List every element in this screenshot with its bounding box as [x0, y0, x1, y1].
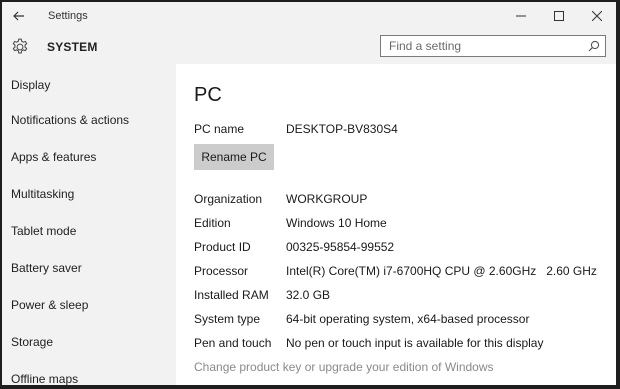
detail-label: Product ID [194, 240, 251, 254]
back-arrow-icon [13, 11, 24, 21]
sidebar-item-power-sleep[interactable]: Power & sleep [2, 287, 176, 324]
main-content: PC PC name DESKTOP-BV830S4 Rename PC Orga… [176, 64, 616, 385]
detail-value: Intel(R) Core(TM) i7-6700HQ CPU @ 2.60GH… [286, 264, 597, 278]
detail-value: Windows 10 Home [286, 216, 387, 230]
sidebar-item-notifications[interactable]: Notifications & actions [2, 102, 176, 139]
detail-row: System type 64-bit operating system, x64-… [194, 312, 529, 326]
sidebar-item-multitasking[interactable]: Multitasking [2, 176, 176, 213]
detail-value: WORKGROUP [286, 192, 368, 206]
back-button[interactable] [2, 2, 36, 30]
sidebar-item-battery-saver[interactable]: Battery saver [2, 250, 176, 287]
detail-label: Edition [194, 216, 231, 230]
pc-name-value: DESKTOP-BV830S4 [286, 122, 398, 136]
detail-label: Organization [194, 192, 263, 206]
close-icon [592, 11, 602, 21]
settings-window: Settings SYSTEM D [2, 2, 616, 385]
window-title: Settings [48, 10, 88, 22]
section-title: SYSTEM [47, 40, 98, 54]
change-product-key-link[interactable]: Change product key or upgrade your editi… [194, 360, 494, 374]
sidebar-item-tablet-mode[interactable]: Tablet mode [2, 213, 176, 250]
maximize-icon [554, 11, 564, 21]
detail-value: 64-bit operating system, x64-based proce… [286, 312, 530, 326]
search-input[interactable] [381, 36, 583, 56]
detail-row: Product ID 00325-95854-99552 [194, 240, 394, 254]
minimize-button[interactable] [502, 2, 540, 30]
sidebar-item-display[interactable]: Display [2, 72, 176, 98]
detail-row: Edition Windows 10 Home [194, 216, 387, 230]
maximize-button[interactable] [540, 2, 578, 30]
sidebar: Display Notifications & actions Apps & f… [2, 64, 176, 385]
window-controls [502, 2, 616, 30]
detail-value: 00325-95854-99552 [286, 240, 395, 254]
search-box[interactable] [380, 35, 606, 57]
detail-label: Pen and touch [194, 336, 272, 350]
detail-value: No pen or touch input is available for t… [286, 336, 544, 350]
sidebar-item-apps-features[interactable]: Apps & features [2, 139, 176, 176]
detail-label: System type [194, 312, 261, 326]
search-icon[interactable] [583, 40, 605, 52]
pc-name-label: PC name [194, 122, 245, 136]
rename-pc-button[interactable]: Rename PC [194, 144, 274, 170]
pc-name-row: PC name DESKTOP-BV830S4 [194, 122, 398, 136]
close-button[interactable] [578, 2, 616, 30]
sidebar-item-offline-maps[interactable]: Offline maps [2, 361, 176, 385]
minimize-icon [516, 15, 526, 17]
detail-label: Processor [194, 264, 249, 278]
detail-row: Organization WORKGROUP [194, 192, 367, 206]
title-bar: Settings [2, 2, 616, 30]
detail-value: 32.0 GB [286, 288, 331, 302]
detail-label: Installed RAM [194, 288, 269, 302]
detail-row: Pen and touch No pen or touch input is av… [194, 336, 543, 350]
page-title: PC [194, 84, 222, 106]
gear-icon [12, 38, 28, 54]
detail-row: Installed RAM 32.0 GB [194, 288, 330, 302]
sidebar-item-storage[interactable]: Storage [2, 324, 176, 361]
detail-row: Processor Intel(R) Core(TM) i7-6700HQ CPU… [194, 264, 597, 278]
settings-header: SYSTEM [2, 30, 616, 64]
